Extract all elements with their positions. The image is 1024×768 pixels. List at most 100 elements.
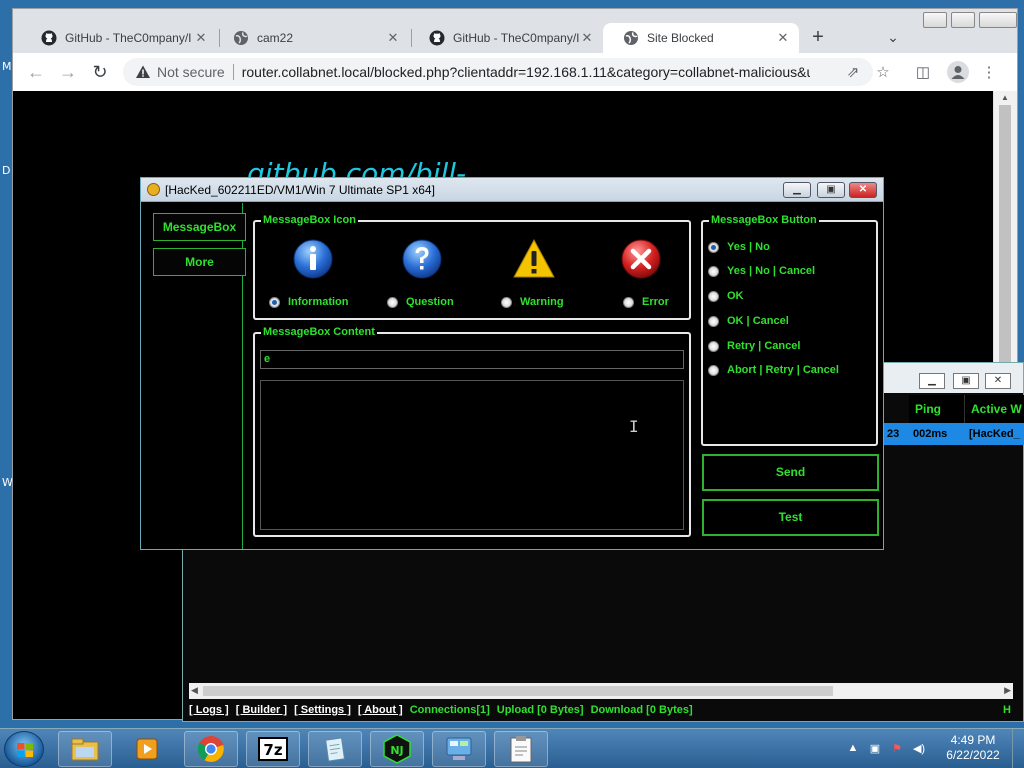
chevron-down-icon[interactable]: ⌄ xyxy=(883,27,903,47)
chrome-icon[interactable] xyxy=(184,731,238,767)
horizontal-scrollbar[interactable]: ◀ ▶ xyxy=(189,683,1013,699)
scrollbar-thumb[interactable] xyxy=(203,686,833,696)
share-icon[interactable]: ⇗ xyxy=(845,65,861,81)
radio-button[interactable] xyxy=(623,296,634,308)
column-header-ping[interactable]: Ping xyxy=(909,395,965,423)
tab-title: GitHub - TheC0mpany/I xyxy=(65,31,192,45)
media-player-icon[interactable] xyxy=(122,731,172,767)
group-label: MessageBox Button xyxy=(709,214,819,227)
radio-label: Question xyxy=(406,296,454,308)
close-button[interactable]: ✕ xyxy=(985,373,1011,389)
globe-icon xyxy=(623,30,639,46)
radio-label: Information xyxy=(288,296,349,308)
minimize-button[interactable] xyxy=(923,12,947,28)
send-button[interactable]: Send xyxy=(702,454,879,491)
test-button[interactable]: Test xyxy=(702,499,879,536)
radio-button[interactable] xyxy=(269,296,280,308)
icon-option-information[interactable]: Information xyxy=(269,296,349,308)
address-bar[interactable]: Not secure router.collabnet.local/blocke… xyxy=(123,58,873,86)
table-row[interactable]: 23 002ms [HacKed_ xyxy=(883,423,1024,445)
sidebar-item-more[interactable]: More xyxy=(153,248,246,276)
tab-site-blocked[interactable]: Site Blocked ✕ xyxy=(603,23,799,53)
cell-ping: 002ms xyxy=(913,428,948,440)
reload-icon[interactable]: ↻ xyxy=(89,61,111,83)
maximize-button[interactable] xyxy=(951,12,975,28)
messagebox-dialog: [HacKed_602211ED/VM1/Win 7 Ultimate SP1 … xyxy=(140,177,884,550)
side-panel-icon[interactable]: ◫ xyxy=(915,65,931,81)
show-hidden-icons-icon[interactable]: ▲ xyxy=(846,742,860,756)
maximize-button[interactable]: ▣ xyxy=(953,373,979,389)
button-option-ok-cancel[interactable]: OK | Cancel xyxy=(708,315,789,327)
radio-button[interactable] xyxy=(708,290,719,302)
tab-github-1[interactable]: GitHub - TheC0mpany/I ✕ xyxy=(21,23,217,53)
radio-label: Abort | Retry | Cancel xyxy=(727,364,839,376)
notepad-icon[interactable] xyxy=(308,731,362,767)
forward-icon[interactable]: → xyxy=(57,61,79,83)
radio-button[interactable] xyxy=(708,241,719,253)
control-panel-icon[interactable] xyxy=(432,731,486,767)
maximize-button[interactable]: ▣ xyxy=(817,182,845,198)
message-title-input[interactable]: e xyxy=(260,350,684,369)
builder-link[interactable]: [ Builder ] xyxy=(236,704,287,716)
volume-icon[interactable]: ◀) xyxy=(912,742,926,756)
system-clock[interactable]: 4:49 PM 6/22/2022 xyxy=(938,733,1008,763)
scroll-right-icon[interactable]: ▶ xyxy=(1004,685,1011,696)
minimize-button[interactable]: ▁ xyxy=(919,373,945,389)
radio-label: Warning xyxy=(520,296,564,308)
tab-github-2[interactable]: GitHub - TheC0mpany/I ✕ xyxy=(409,23,603,53)
tab-cam22[interactable]: cam22 ✕ xyxy=(213,23,409,53)
radio-button[interactable] xyxy=(708,315,719,327)
column-header-active-window[interactable]: Active W xyxy=(965,395,1024,423)
radio-button[interactable] xyxy=(708,340,719,352)
button-option-abort-retry-cancel[interactable]: Abort | Retry | Cancel xyxy=(708,364,839,376)
security-status[interactable]: Not secure xyxy=(157,64,225,80)
radio-label: Error xyxy=(642,296,669,308)
windows-logo-icon xyxy=(17,743,33,757)
button-option-yes-no[interactable]: Yes | No xyxy=(708,241,770,253)
close-tab-icon[interactable]: ✕ xyxy=(775,30,791,46)
menu-dots-icon[interactable]: ⋮ xyxy=(981,65,997,81)
about-link[interactable]: [ About ] xyxy=(358,704,403,716)
close-tab-icon[interactable]: ✕ xyxy=(193,30,209,46)
icon-option-question[interactable]: Question xyxy=(387,296,454,308)
action-center-icon[interactable]: ⚑ xyxy=(890,742,904,756)
close-tab-icon[interactable]: ✕ xyxy=(579,30,595,46)
close-button[interactable] xyxy=(979,12,1017,28)
text-cursor-icon: I xyxy=(629,417,639,436)
icon-option-error[interactable]: Error xyxy=(623,296,669,308)
scroll-left-icon[interactable]: ◀ xyxy=(191,685,198,696)
clipboard-icon[interactable] xyxy=(494,731,548,767)
button-option-yes-no-cancel[interactable]: Yes | No | Cancel xyxy=(708,265,815,277)
radio-button[interactable] xyxy=(708,265,719,277)
minimize-button[interactable]: ▁ xyxy=(783,182,811,198)
settings-link[interactable]: [ Settings ] xyxy=(294,704,351,716)
new-tab-button[interactable]: + xyxy=(806,26,830,50)
start-button[interactable] xyxy=(4,731,44,767)
radio-button[interactable] xyxy=(708,364,719,376)
scroll-up-icon[interactable]: ▲ xyxy=(999,93,1011,103)
back-icon[interactable]: ← xyxy=(25,61,47,83)
url-text[interactable]: router.collabnet.local/blocked.php?clien… xyxy=(242,64,810,80)
profile-avatar-icon[interactable] xyxy=(947,61,969,83)
star-icon[interactable]: ☆ xyxy=(875,65,891,81)
network-icon[interactable]: ▣ xyxy=(868,742,882,756)
radio-button[interactable] xyxy=(501,296,512,308)
messagebox-icon-group: MessageBox Icon Information Question War… xyxy=(253,214,691,320)
browser-toolbar: ← → ↻ Not secure router.collabnet.local/… xyxy=(13,53,1017,91)
close-button[interactable]: ✕ xyxy=(849,182,877,198)
svg-text:NJ: NJ xyxy=(390,744,403,757)
dialog-titlebar: [HacKed_602211ED/VM1/Win 7 Ultimate SP1 … xyxy=(141,178,883,202)
7zip-icon[interactable]: 7z xyxy=(246,731,300,767)
message-body-textarea[interactable] xyxy=(260,380,684,530)
error-icon xyxy=(621,239,661,279)
explorer-icon[interactable] xyxy=(58,731,112,767)
button-option-ok[interactable]: OK xyxy=(708,290,744,302)
icon-option-warning[interactable]: Warning xyxy=(501,296,564,308)
button-option-retry-cancel[interactable]: Retry | Cancel xyxy=(708,340,800,352)
radio-button[interactable] xyxy=(387,296,398,308)
close-tab-icon[interactable]: ✕ xyxy=(385,30,401,46)
sidebar-item-messagebox[interactable]: MessageBox xyxy=(153,213,246,241)
show-desktop-button[interactable] xyxy=(1012,729,1024,768)
njrat-icon[interactable]: NJ xyxy=(370,731,424,767)
logs-link[interactable]: [ Logs ] xyxy=(189,704,229,716)
